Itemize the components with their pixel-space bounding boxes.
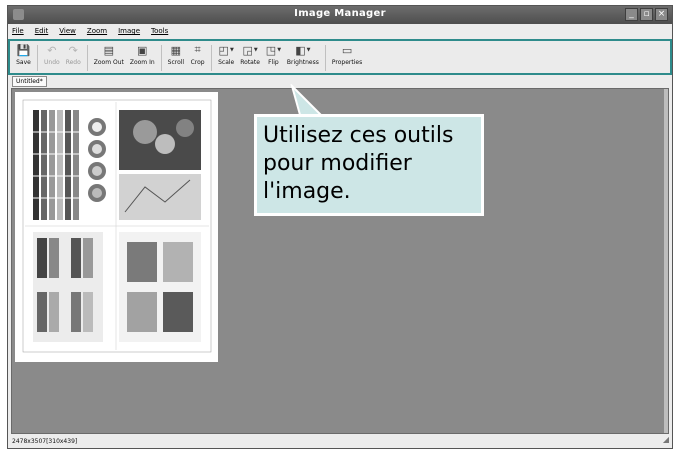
document-image [15, 92, 218, 362]
window-controls: _ ▫ × [625, 8, 668, 21]
menu-tools[interactable]: Tools [151, 24, 168, 39]
image-manager-window: Image Manager _ ▫ × File Edit View Zoom … [7, 5, 673, 449]
chevron-down-icon: ▼ [253, 47, 258, 53]
properties-icon: ▭ [341, 43, 353, 57]
window-title: Image Manager [294, 8, 386, 19]
toolbar-separator [324, 45, 326, 71]
zoom-in-icon: ▣ [137, 43, 148, 57]
callout-line-3: l'image. [263, 179, 351, 204]
menu-image[interactable]: Image [118, 24, 140, 39]
maximize-button[interactable]: ▫ [640, 8, 653, 21]
flip-button[interactable]: ◳ ▼ Flip [265, 41, 282, 67]
menu-zoom[interactable]: Zoom [87, 24, 107, 39]
status-bar: 2478x3507[310x439] ◢ [8, 434, 672, 448]
brightness-button[interactable]: ◧ ▼ Brightness [286, 41, 319, 67]
title-bar[interactable]: Image Manager _ ▫ × [8, 6, 672, 24]
tab-untitled[interactable]: Untitled* [12, 76, 47, 87]
undo-button[interactable]: ↶ Undo [44, 41, 60, 67]
menu-bar: File Edit View Zoom Image Tools [8, 24, 672, 39]
scale-button[interactable]: ◰ ▼ Scale [218, 41, 235, 67]
flip-label: Flip [268, 59, 279, 66]
toolbar-separator [211, 45, 213, 71]
scroll-button[interactable]: ▦ Scroll [167, 41, 185, 67]
menu-edit[interactable]: Edit [35, 24, 49, 39]
properties-button[interactable]: ▭ Properties [331, 41, 363, 67]
floppy-icon: 💾 [16, 43, 31, 57]
callout-text: Utilisez ces outils pour modifier l'imag… [263, 122, 475, 206]
chevron-down-icon: ▼ [229, 47, 234, 53]
undo-label: Undo [44, 59, 60, 66]
redo-label: Redo [65, 59, 81, 66]
rotate-label: Rotate [240, 59, 260, 66]
scale-label: Scale [218, 59, 235, 66]
callout-line-2: pour modifier [263, 151, 412, 176]
brightness-label: Brightness [286, 59, 319, 66]
rotate-icon: ◲ ▼ [242, 43, 258, 57]
undo-icon: ↶ [47, 43, 57, 57]
flip-icon: ◳ ▼ [265, 43, 282, 57]
toolbar-separator [160, 45, 162, 71]
minimize-button[interactable]: _ [625, 8, 638, 21]
redo-icon: ↷ [68, 43, 78, 57]
properties-label: Properties [331, 59, 363, 66]
crop-button[interactable]: ⌗ Crop [190, 41, 205, 66]
zoom-out-label: Zoom Out [93, 59, 124, 66]
toolbar: 💾 Save ↶ Undo ↷ Redo ▤ Zoom Out ▣ Zoom I… [8, 39, 672, 75]
scroll-icon: ▦ [170, 43, 182, 57]
rotate-button[interactable]: ◲ ▼ Rotate [240, 41, 260, 67]
scale-icon: ◰ ▼ [218, 43, 234, 57]
menu-view[interactable]: View [59, 24, 76, 39]
zoom-in-label: Zoom In [129, 59, 155, 66]
toolbar-separator [37, 45, 38, 71]
chevron-down-icon: ▼ [306, 47, 311, 53]
resize-grip-icon[interactable]: ◢ [663, 434, 669, 446]
close-button[interactable]: × [655, 8, 668, 21]
menu-file[interactable]: File [12, 24, 24, 39]
callout-line-1: Utilisez ces outils [263, 123, 454, 148]
image-dimensions: 2478x3507[310x439] [12, 438, 78, 445]
document-tabs: Untitled* [12, 76, 47, 87]
test-chart-image [15, 92, 218, 362]
zoom-in-button[interactable]: ▣ Zoom In [129, 41, 155, 67]
brightness-icon: ◧ ▼ [295, 43, 311, 57]
vertical-scrollbar[interactable] [664, 89, 668, 433]
zoom-out-button[interactable]: ▤ Zoom Out [93, 41, 124, 67]
crop-icon: ⌗ [194, 43, 201, 56]
scroll-label: Scroll [167, 59, 185, 66]
chevron-down-icon: ▼ [277, 47, 282, 53]
crop-label: Crop [190, 59, 205, 66]
redo-button[interactable]: ↷ Redo [65, 41, 81, 67]
callout-box: Utilisez ces outils pour modifier l'imag… [254, 114, 484, 216]
save-button[interactable]: 💾 Save [16, 41, 31, 67]
toolbar-separator [86, 45, 88, 71]
zoom-out-icon: ▤ [103, 43, 115, 57]
save-label: Save [16, 59, 31, 66]
